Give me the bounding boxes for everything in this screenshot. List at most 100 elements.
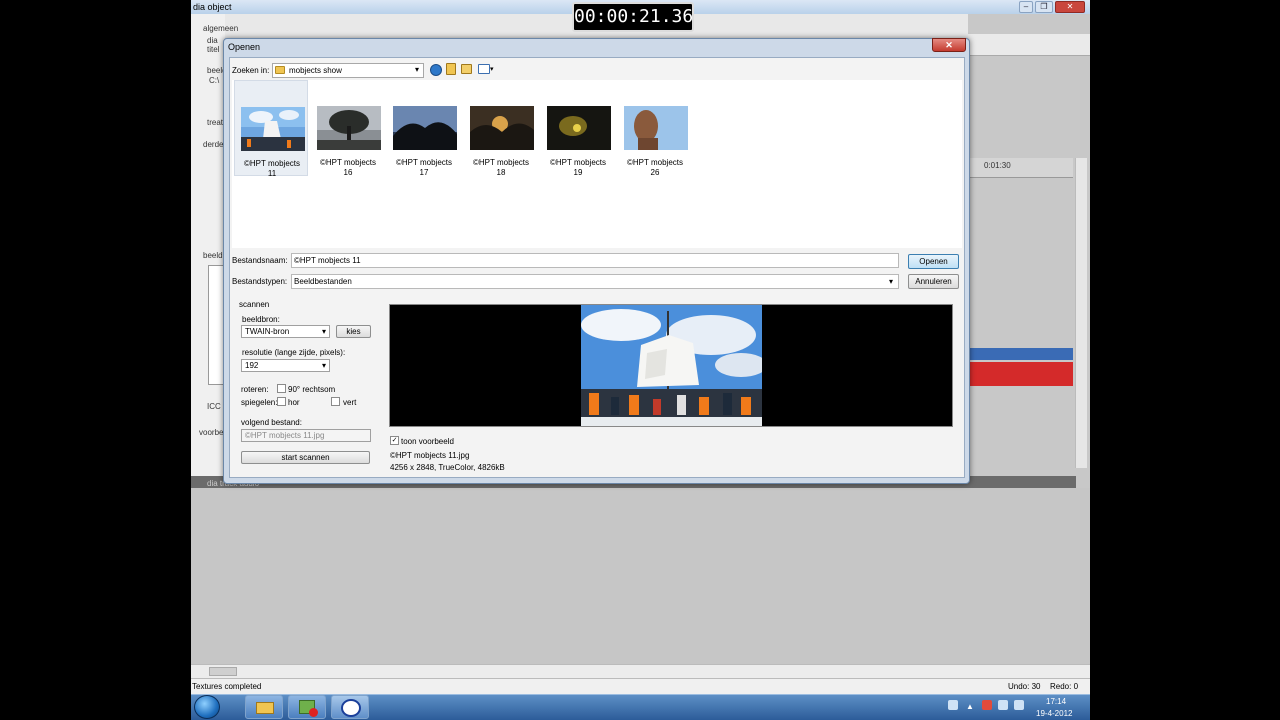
file-item[interactable]: ©HPT mobjects 19 (541, 80, 615, 177)
thumbnail-image (317, 106, 381, 150)
new-folder-icon[interactable] (461, 64, 472, 74)
dialog-close-button[interactable]: ✕ (932, 38, 966, 52)
clock-date[interactable]: 19-4-2012 (1036, 709, 1072, 718)
track-selected[interactable] (968, 362, 1073, 386)
mirror-hor-checkbox[interactable] (277, 397, 286, 406)
folder-icon (275, 66, 285, 74)
filename-input[interactable]: ©HPT mobjects 11 (291, 253, 899, 268)
preview-file-name: ©HPT mobjects 11.jpg (390, 451, 470, 460)
preview-file-info: 4256 x 2848, TrueColor, 4826kB (390, 463, 505, 472)
clock-time[interactable]: 17:14 (1046, 697, 1066, 706)
file-item[interactable]: ©HPT mobjects 18 (464, 80, 538, 177)
panel-label: algemeen (203, 24, 239, 33)
dialog-title: Openen (228, 42, 261, 52)
mobjects-taskbar-icon[interactable] (331, 695, 369, 719)
status-bar (191, 678, 1090, 694)
recording-timer: 00:00:21.36 (572, 2, 694, 32)
redo-count: Redo: 0 (1050, 682, 1079, 691)
rotate-label: roteren: (241, 385, 269, 394)
mirror-label: spiegelen: (241, 398, 278, 407)
up-folder-icon[interactable] (446, 63, 456, 75)
show-preview-checkbox[interactable]: ✓ (390, 436, 399, 445)
next-file-input[interactable]: ©HPT mobjects 11.jpg (241, 429, 371, 442)
chevron-down-icon[interactable]: ▾ (415, 65, 419, 74)
record-icon (309, 708, 318, 717)
app-title: dia object (193, 2, 232, 12)
track-header[interactable] (968, 348, 1073, 360)
scroll-thumb[interactable] (209, 667, 237, 676)
start-scan-button[interactable]: start scannen (241, 451, 370, 464)
rotate-option-label: 90° rechtsom (288, 385, 336, 394)
panel-label: derde (203, 140, 224, 149)
resolution-dropdown[interactable]: 192 ▾ (241, 359, 330, 372)
chevron-down-icon: ▾ (321, 327, 326, 336)
thumbnail-image (547, 106, 611, 150)
thumbnail-image (470, 106, 534, 150)
filename-label: Bestandsnaam: (232, 256, 288, 265)
volume-icon[interactable] (1014, 700, 1024, 710)
view-menu-icon[interactable] (478, 64, 490, 74)
vertical-scrollbar[interactable] (1075, 158, 1087, 468)
horizontal-scrollbar[interactable] (191, 664, 1090, 678)
file-name: ©HPT mobjects 19 (550, 158, 606, 177)
mirror-vert-checkbox[interactable] (331, 397, 340, 406)
mobjects-icon (341, 699, 361, 717)
file-name: ©HPT mobjects 16 (320, 158, 376, 177)
action-center-icon[interactable] (982, 700, 992, 710)
thumbnail-image (241, 107, 305, 151)
panel-label: C:\ (209, 76, 220, 85)
file-name: ©HPT mobjects 26 (627, 158, 683, 177)
file-item[interactable]: ©HPT mobjects 17 (387, 80, 461, 177)
file-item[interactable]: ©HPT mobjects 11 (234, 80, 308, 178)
file-name: ©HPT mobjects 11 (244, 159, 300, 178)
control-panel-taskbar-icon[interactable] (288, 695, 326, 719)
filetype-label: Bestandstypen: (232, 277, 288, 286)
file-item[interactable]: ©HPT mobjects 26 (618, 80, 692, 177)
tree-list[interactable] (208, 265, 224, 385)
properties-panel: algemeen dia titel beeld C:\ treat derde… (191, 14, 238, 484)
thumbnail-image (624, 106, 688, 150)
mirror-hor-label: hor (288, 398, 300, 407)
show-preview-label: toon voorbeeld (401, 437, 454, 446)
folder-icon (256, 702, 274, 714)
minimize-icon[interactable]: – (1019, 1, 1033, 13)
scan-group-label: scannen (239, 300, 270, 309)
file-item[interactable]: ©HPT mobjects 16 (311, 80, 385, 177)
open-button[interactable]: Openen (908, 254, 959, 269)
rotate-checkbox[interactable] (277, 384, 286, 393)
next-file-label: volgend bestand: (241, 418, 302, 427)
resolution-label: resolutie (lange zijde, pixels): (242, 348, 346, 357)
timeline-ruler: 0:01:30 (968, 158, 1073, 178)
filetype-dropdown[interactable]: Beeldbestanden (291, 274, 899, 289)
mirror-vert-label: vert (343, 398, 357, 407)
chevron-down-icon[interactable]: ▾ (889, 277, 893, 286)
explorer-taskbar-icon[interactable] (245, 695, 283, 719)
audio-track-area (191, 488, 1090, 664)
cancel-button[interactable]: Annuleren (908, 274, 959, 289)
panel-label: ICC (207, 402, 221, 411)
source-label: beeldbron: (242, 315, 280, 324)
thumbnail-image (393, 106, 457, 150)
choose-source-button[interactable]: kies (336, 325, 371, 338)
undo-count: Undo: 30 (1008, 682, 1041, 691)
source-dropdown[interactable]: TWAIN-bron ▾ (241, 325, 330, 338)
chevron-down-icon: ▾ (321, 361, 326, 370)
preview-image (581, 305, 762, 426)
look-in-label: Zoeken in: (232, 66, 270, 75)
chevron-down-icon[interactable]: ▾ (490, 65, 494, 73)
restore-icon[interactable]: ❐ (1035, 1, 1053, 13)
toolbar (968, 34, 1090, 56)
tray-up-icon[interactable]: ▲ (966, 702, 974, 711)
file-name: ©HPT mobjects 18 (473, 158, 529, 177)
file-name: ©HPT mobjects 17 (396, 158, 452, 177)
status-text: Textures completed (192, 682, 262, 691)
back-icon[interactable] (430, 64, 442, 76)
network-icon[interactable] (998, 700, 1008, 710)
file-list[interactable]: ©HPT mobjects 11 ©HPT mobjects 16 ©HPT mob… (232, 80, 962, 248)
look-in-dropdown[interactable]: mobjects show (272, 63, 424, 78)
start-button[interactable] (194, 695, 220, 719)
close-icon[interactable]: ✕ (1055, 1, 1085, 13)
panel-label: treat (207, 118, 224, 127)
keyboard-icon[interactable] (948, 700, 958, 710)
timeline-time: 0:01:30 (984, 161, 1011, 170)
